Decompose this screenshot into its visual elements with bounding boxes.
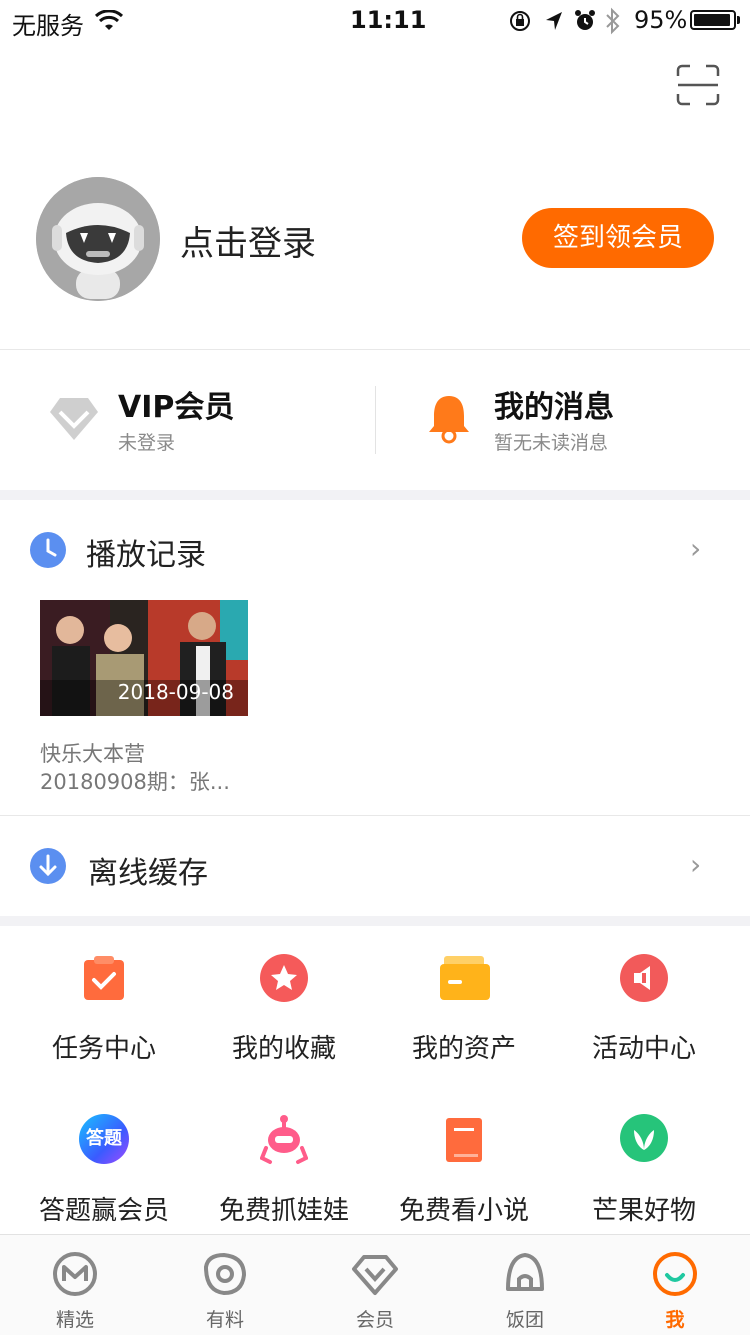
chevron-right-icon: › <box>690 532 702 565</box>
claw-machine-icon <box>260 1115 308 1164</box>
history-date: 2018-09-08 <box>117 680 234 704</box>
tab-discover[interactable]: 有料 <box>150 1235 300 1335</box>
bell-icon <box>429 396 469 444</box>
tab-featured[interactable]: 精选 <box>0 1235 150 1335</box>
messages-title: 我的消息 <box>494 390 614 425</box>
scan-icon[interactable] <box>676 64 720 106</box>
tab-label: 精选 <box>55 1309 94 1331</box>
grid-label: 芒果好物 <box>591 1196 696 1226</box>
grid-item-assets[interactable]: 我的资产 <box>374 940 554 1080</box>
eye-icon <box>203 1252 247 1296</box>
alarm-icon <box>575 10 595 30</box>
history-header[interactable]: 播放记录 › <box>0 500 750 600</box>
rice-ball-icon <box>506 1253 544 1291</box>
task-clipboard-icon <box>84 956 124 1000</box>
grid-item-claw-machine[interactable]: 免费抓娃娃 <box>194 1100 374 1234</box>
signin-vip-button[interactable]: 签到领会员 <box>522 208 714 268</box>
tab-label: 饭团 <box>505 1309 544 1331</box>
book-icon <box>446 1118 482 1162</box>
quiz-icon: 答题 <box>79 1114 129 1164</box>
grid-label: 免费抓娃娃 <box>218 1196 349 1226</box>
diamond-icon <box>50 398 98 440</box>
messages-card[interactable]: 我的消息 暂无未读消息 <box>376 350 750 490</box>
wifi-icon <box>94 10 124 30</box>
diamond-icon <box>352 1255 398 1295</box>
smile-circle-icon <box>653 1252 697 1296</box>
history-item-title: 快乐大本营 <box>40 742 145 766</box>
battery-fill <box>694 14 730 26</box>
battery-percent: 95% <box>634 6 688 34</box>
bluetooth-icon <box>606 7 620 35</box>
star-icon <box>260 954 308 1002</box>
location-arrow-icon <box>546 12 562 30</box>
offline-title: 离线缓存 <box>88 856 208 891</box>
history-thumbnail[interactable]: 2018-09-08 <box>40 600 248 716</box>
vip-title: VIP会员 <box>118 390 235 425</box>
tab-label: 会员 <box>355 1309 394 1331</box>
battery-tip <box>737 16 740 24</box>
grid-label: 任务中心 <box>51 1034 156 1064</box>
wallet-icon <box>440 956 490 1000</box>
grid-label: 免费看小说 <box>398 1196 529 1226</box>
tab-label: 有料 <box>205 1309 244 1331</box>
avatar[interactable] <box>36 177 160 301</box>
grid-item-free-novels[interactable]: 免费看小说 <box>374 1100 554 1234</box>
grid-label: 活动中心 <box>591 1034 696 1064</box>
robot-mascot-icon <box>36 177 160 301</box>
grid-item-mango-goods[interactable]: 芒果好物 <box>554 1100 734 1234</box>
section-separator <box>0 490 750 500</box>
download-icon <box>30 848 66 884</box>
grid-item-activity-center[interactable]: 活动中心 <box>554 940 734 1080</box>
grid-item-quiz[interactable]: 答题 答题赢会员 <box>14 1100 194 1234</box>
status-bar: 无服务 11:11 95% <box>0 0 750 44</box>
battery-icon <box>690 10 736 30</box>
mango-m-icon <box>53 1252 97 1296</box>
tab-label: 我 <box>665 1309 685 1331</box>
history-item-subtitle: 20180908期：张... <box>40 770 230 794</box>
megaphone-icon <box>620 954 668 1002</box>
grid-label: 答题赢会员 <box>38 1196 169 1226</box>
grid-item-task-center[interactable]: 任务中心 <box>14 940 194 1080</box>
tab-vip[interactable]: 会员 <box>300 1235 450 1335</box>
carrier-label: 无服务 <box>12 12 84 40</box>
orientation-lock-icon <box>510 11 530 31</box>
grid-label: 我的收藏 <box>231 1034 336 1064</box>
tab-me[interactable]: 我 <box>600 1235 750 1335</box>
leaf-icon <box>620 1114 668 1162</box>
login-link[interactable]: 点击登录 <box>180 216 316 265</box>
tab-bar: 精选 有料 会员 饭团 我 <box>0 1234 750 1335</box>
history-title: 播放记录 <box>86 538 206 573</box>
grid-label: 我的资产 <box>411 1034 516 1064</box>
offline-cache-row[interactable]: 离线缓存 › <box>0 816 750 916</box>
tab-fantuan[interactable]: 饭团 <box>450 1235 600 1335</box>
messages-subtitle: 暂无未读消息 <box>494 432 609 454</box>
chevron-right-icon: › <box>690 848 702 881</box>
vip-subtitle: 未登录 <box>118 432 176 454</box>
grid-item-favorites[interactable]: 我的收藏 <box>194 940 374 1080</box>
clock-icon <box>30 532 66 568</box>
vip-card[interactable]: VIP会员 未登录 <box>0 350 375 490</box>
clock-time: 11:11 <box>350 6 427 34</box>
section-separator <box>0 916 750 926</box>
